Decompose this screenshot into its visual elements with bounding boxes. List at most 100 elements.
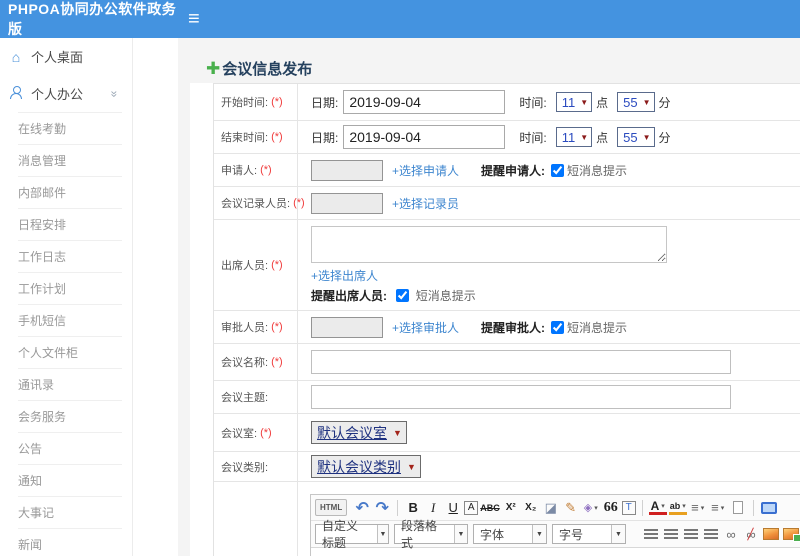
remind-attendees-label: 提醒出席人员:: [311, 289, 387, 303]
choose-attendee-link[interactable]: +选择出席人: [311, 269, 378, 283]
subscript-icon[interactable]: X₂: [522, 498, 540, 517]
sidebar-item-online-attendance[interactable]: 在线考勤: [18, 112, 122, 145]
meeting-subject-label: 会议主题:: [214, 381, 298, 413]
start-hour-select[interactable]: 11 ▼: [555, 92, 593, 112]
dropdown-arrow-icon: ▾: [700, 504, 705, 512]
sidebar-item-news[interactable]: 新闻: [18, 529, 122, 556]
superscript-icon[interactable]: X²: [502, 498, 520, 517]
editor-row: HTML ↶ ↷ B I U A ABC X² X₂ ◪ ✎ ◈ ▾ 66 T A ▾ ab ▾ ≡ ▾ ≡ ▾ 自定义标题 ▼…: [214, 482, 800, 556]
meeting-name-input[interactable]: [311, 350, 731, 374]
sidebar-item-internal-mail[interactable]: 内部邮件: [18, 177, 122, 209]
align-left-icon[interactable]: [642, 525, 660, 544]
sidebar-item-mobile-sms[interactable]: 手机短信: [18, 305, 122, 337]
sidebar-item-notice[interactable]: 通知: [18, 465, 122, 497]
select-arrow-icon: ▼: [642, 97, 651, 107]
html-source-button[interactable]: HTML: [315, 499, 348, 516]
end-hour-select[interactable]: 11 ▼: [555, 127, 593, 147]
paste-icon[interactable]: T: [621, 500, 636, 515]
end-date-input[interactable]: [343, 125, 506, 149]
editor-toolbar-row2: 自定义标题 ▼ 段落格式 ▼ 字体 ▼ 字号 ▼ ∞ ∞: [311, 519, 800, 550]
form-panel: 开始时间:(*) 日期: 时间: 11▼ 点 55▼ 分 结束时间:(*): [190, 83, 800, 556]
choose-applicant-link[interactable]: +选择申请人: [392, 162, 459, 179]
sidebar-item-announcement[interactable]: 公告: [18, 433, 122, 465]
editor-content[interactable]: [311, 548, 800, 556]
font-name-icon[interactable]: A: [464, 500, 479, 515]
new-page-icon[interactable]: [729, 498, 747, 517]
sidebar-item-personal-file-cabinet[interactable]: 个人文件柜: [18, 337, 122, 369]
attendees-sms-checkbox[interactable]: [396, 289, 410, 302]
choose-approver-link[interactable]: +选择审批人: [392, 319, 459, 336]
dropdown-arrow-icon: ▾: [682, 503, 686, 510]
applicant-input[interactable]: [311, 159, 383, 181]
italic-icon[interactable]: I: [424, 498, 442, 517]
ordered-list-icon[interactable]: ≡ ▾: [689, 498, 707, 517]
quick-format-icon[interactable]: ◈ ▾: [582, 498, 600, 517]
dropdown-arrow-icon: ▾: [661, 503, 665, 510]
highlight-icon[interactable]: ab ▾: [668, 501, 687, 515]
link-icon[interactable]: ∞: [722, 525, 740, 544]
eraser-icon[interactable]: ◪: [542, 498, 560, 517]
start-date-input[interactable]: [343, 90, 506, 114]
start-minute-select[interactable]: 55 ▼: [617, 92, 655, 112]
meeting-name-label: 会议名称: (*): [214, 344, 298, 380]
approver-input[interactable]: [311, 316, 383, 338]
user-icon: [8, 85, 24, 102]
meeting-category-row: 会议类别: 默认会议类别 ▼: [214, 452, 800, 482]
font-color-icon[interactable]: A ▾: [648, 499, 667, 515]
sidebar-item-memorabilia[interactable]: 大事记: [18, 497, 122, 529]
app-window: PHPOA协同办公软件政务版 ≡ ⌂ 个人桌面 个人办公 » 在线考勤 消息管理内…: [0, 0, 800, 556]
unlink-icon[interactable]: ∞: [742, 525, 760, 544]
remind-approver-label: 提醒审批人:: [481, 320, 546, 335]
applicant-sms-checkbox[interactable]: [551, 163, 565, 177]
sidebar-item-meeting-service[interactable]: 会务服务: [18, 401, 122, 433]
blockquote-icon[interactable]: 66: [602, 498, 620, 517]
align-center-icon[interactable]: [662, 525, 680, 544]
sidebar-submenu: 在线考勤 消息管理 内部邮件 日程安排 工作日志 工作计划 手机短信 个人文件柜 通讯录 会务服务…: [0, 112, 132, 556]
sidebar-item-schedule[interactable]: 日程安排: [18, 209, 122, 241]
font-family-select[interactable]: 字体 ▼: [473, 524, 547, 544]
chevron-down-icon: »: [107, 90, 122, 97]
sidebar-item-work-log[interactable]: 工作日志: [18, 241, 122, 273]
paragraph-format-select[interactable]: 段落格式 ▼: [394, 519, 468, 550]
bold-icon[interactable]: B: [404, 498, 422, 517]
meeting-category-label: 会议类别:: [214, 452, 298, 481]
redo-icon[interactable]: ↷: [373, 498, 391, 517]
top-header: PHPOA协同办公软件政务版 ≡: [0, 0, 800, 38]
meeting-room-select[interactable]: 默认会议室 ▼: [311, 421, 407, 444]
hamburger-menu-icon[interactable]: ≡: [188, 9, 200, 29]
undo-icon[interactable]: ↶: [353, 498, 371, 517]
sidebar-item-personal-office[interactable]: 个人办公 »: [0, 75, 132, 112]
format-brush-icon[interactable]: ✎: [562, 498, 580, 517]
meeting-category-select[interactable]: 默认会议类别 ▼: [311, 455, 421, 478]
attendees-label: 出席人员: (*): [214, 220, 298, 310]
dropdown-arrow-icon: ▾: [594, 504, 598, 512]
font-size-select[interactable]: 字号 ▼: [552, 524, 626, 544]
custom-title-select[interactable]: 自定义标题 ▼: [315, 519, 389, 550]
fullscreen-icon[interactable]: [760, 498, 778, 517]
editor-label-cell: [214, 482, 298, 556]
start-time-label: 开始时间: (*): [214, 84, 298, 120]
attendees-textarea[interactable]: [311, 226, 667, 263]
insert-image-icon[interactable]: [782, 525, 800, 544]
sidebar-item-contacts[interactable]: 通讯录: [18, 369, 122, 401]
sidebar-item-personal-desktop[interactable]: ⌂ 个人桌面: [0, 38, 132, 75]
approver-sms-checkbox[interactable]: [551, 320, 565, 334]
underline-icon[interactable]: U: [444, 498, 462, 517]
recorder-input[interactable]: [311, 192, 383, 214]
image-icon[interactable]: [762, 525, 780, 544]
choose-recorder-link[interactable]: +选择记录员: [392, 195, 459, 212]
meeting-subject-input[interactable]: [311, 385, 731, 409]
sms-hint-label: 短消息提示: [567, 163, 628, 178]
unordered-list-icon[interactable]: ≡ ▾: [709, 498, 727, 517]
remind-applicant-label: 提醒申请人:: [481, 163, 546, 178]
align-justify-icon[interactable]: [702, 525, 720, 544]
end-minute-select[interactable]: 55 ▼: [617, 127, 655, 147]
strikethrough-icon[interactable]: ABC: [480, 498, 500, 517]
sidebar-item-work-plan[interactable]: 工作计划: [18, 273, 122, 305]
sidebar-item-message-management[interactable]: 消息管理: [18, 145, 122, 177]
home-icon: ⌂: [11, 48, 21, 65]
align-right-icon[interactable]: [682, 525, 700, 544]
editor-toolbar-row1: HTML ↶ ↷ B I U A ABC X² X₂ ◪ ✎ ◈ ▾ 66 T A ▾ ab ▾ ≡ ▾ ≡ ▾: [311, 495, 800, 521]
dropdown-arrow-icon: ▼: [453, 525, 467, 543]
toolbar-separator: [397, 499, 399, 516]
